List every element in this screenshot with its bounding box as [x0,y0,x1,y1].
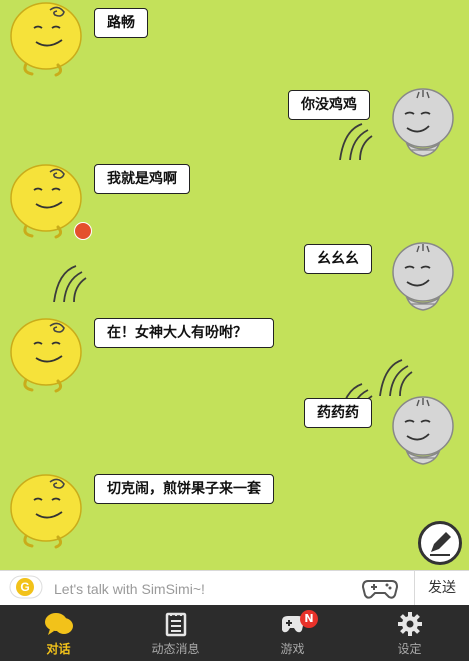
simsimi-avatar[interactable] [6,0,86,78]
gear-icon [398,612,422,636]
simsimi-avatar[interactable] [6,470,86,550]
bottom-tab-bar: 对话 动态消息 N 游戏 设定 [0,605,469,661]
message-row-simsimi: 路畅 [0,0,469,80]
message-bubble: 药药药 [304,398,372,428]
message-bubble: 在！女神大人有吩咐？ [94,318,274,348]
message-bubble: 幺幺幺 [304,244,372,274]
tab-games[interactable]: N 游戏 [234,605,351,661]
tab-settings[interactable]: 设定 [351,605,468,661]
message-row-simsimi: 切克闹，煎饼果子来一套 [0,470,469,550]
tab-label: 动态消息 [151,642,200,656]
notepad-icon [165,612,187,637]
grass-decoration [339,123,373,160]
message-bubble: 我就是鸡啊 [94,164,190,194]
user-avatar[interactable] [383,240,463,320]
message-row-user: 药药药 [0,392,469,472]
compose-pen-button[interactable] [418,521,462,565]
message-row-user: 幺幺幺 [0,238,469,318]
message-bubble: 切克闹，煎饼果子来一套 [94,474,274,504]
chat-area[interactable]: 路畅 你没鸡鸡 我就是鸡啊 幺幺幺 在！女神大人有吩咐？ 药药药 切克闹，煎饼果… [0,0,469,570]
grass-decoration [379,359,413,396]
svg-text:G: G [20,580,29,594]
gamepad-icon[interactable] [362,575,398,601]
send-button[interactable]: 发送 [414,571,469,605]
tab-label: 设定 [397,642,422,656]
chat-bubbles-icon [45,613,73,635]
message-bubble: 路畅 [94,8,148,38]
user-avatar[interactable] [383,86,463,166]
simsimi-logo-icon[interactable]: G [8,574,44,602]
tab-label: 对话 [46,642,71,656]
new-badge: N [300,610,318,628]
user-avatar[interactable] [383,394,463,474]
tab-news-feed[interactable]: 动态消息 [117,605,234,661]
chat-input[interactable] [52,575,356,603]
pen-icon [430,532,451,556]
message-row-user: 你没鸡鸡 [0,84,469,164]
tab-label: 游戏 [280,642,305,656]
simsimi-avatar[interactable] [6,314,86,394]
message-bubble: 你没鸡鸡 [288,90,370,120]
tab-chat[interactable]: 对话 [0,605,117,661]
compose-bar: G 发送 [0,570,469,605]
message-row-simsimi: 我就是鸡啊 [0,160,469,240]
